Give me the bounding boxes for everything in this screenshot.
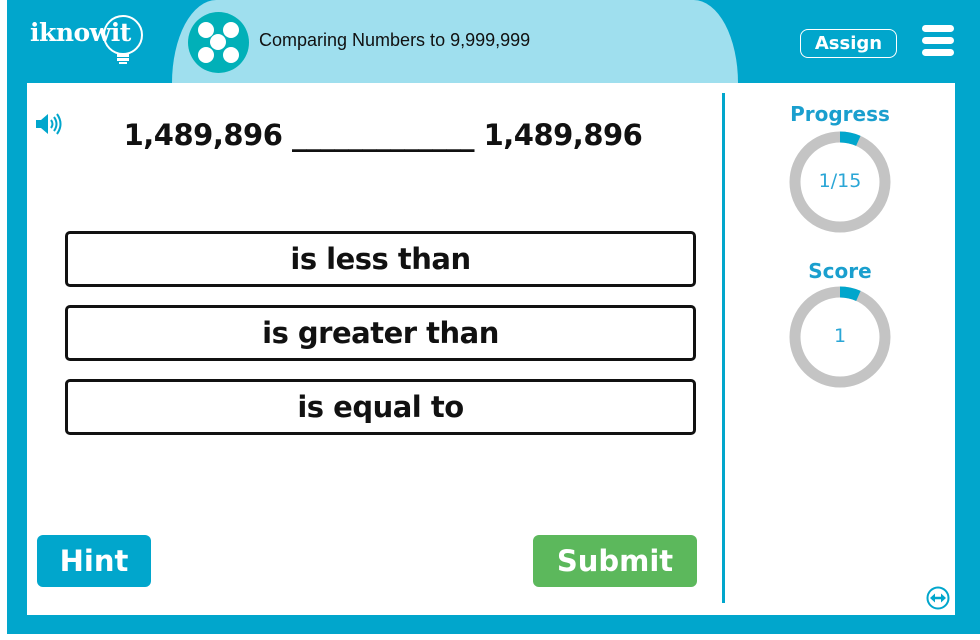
lesson-title: Comparing Numbers to 9,999,999 — [259, 30, 531, 50]
expand-horizontal-icon[interactable] — [926, 586, 950, 610]
submit-button[interactable]: Submit — [533, 535, 697, 587]
panel-divider — [722, 93, 725, 603]
choice-greater-than[interactable]: is greater than — [65, 305, 696, 361]
hamburger-menu-icon[interactable] — [922, 25, 954, 57]
question-text: 1,489,896 _____________ 1,489,896 — [123, 118, 643, 152]
hint-button[interactable]: Hint — [37, 535, 151, 587]
progress-value: 1/15 — [818, 170, 862, 192]
assign-button[interactable]: Assign — [800, 29, 897, 58]
five-dots-icon — [188, 12, 249, 73]
score-label: Score — [808, 259, 872, 283]
progress-label: Progress — [790, 102, 890, 126]
score-value: 1 — [833, 325, 847, 347]
choice-less-than[interactable]: is less than — [65, 231, 696, 287]
lightbulb-icon — [103, 15, 143, 64]
choice-equal-to[interactable]: is equal to — [65, 379, 696, 435]
